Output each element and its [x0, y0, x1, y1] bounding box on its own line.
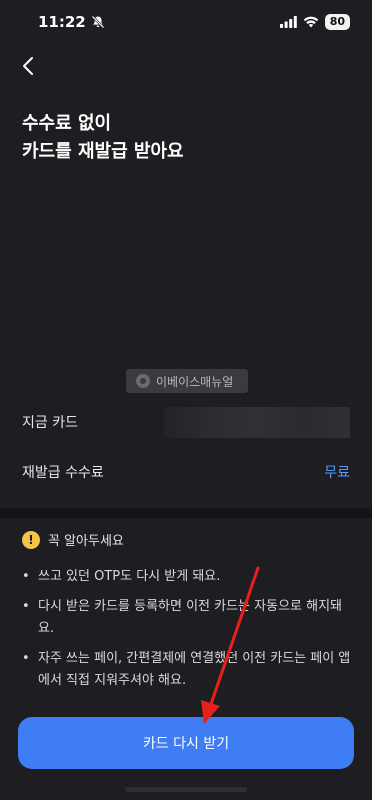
notice-heading-text: 꼭 알아두세요 [48, 534, 124, 549]
notice-heading: ! 꼭 알아두세요 [22, 530, 124, 549]
signal-icon [279, 16, 297, 28]
notice-list: • 쓰고 있던 OTP도 다시 받게 돼요. • 다시 받은 카드를 등록하면 … [22, 566, 354, 700]
reissue-fee-row: 재발급 수수료 무료 [22, 456, 350, 488]
bullet-dot: • [22, 569, 30, 584]
watermark-text: 이베이스매뉴얼 [156, 374, 234, 389]
notice-item: • 다시 받은 카드를 등록하면 이전 카드는 자동으로 해지돼요. [22, 596, 354, 640]
card-number-redacted [164, 406, 350, 438]
reissue-fee-label: 재발급 수수료 [22, 465, 104, 481]
notice-item-text: 자주 쓰는 페이, 간편결제에 연결했던 이전 카드는 페이 앱에서 직접 지워… [38, 651, 351, 688]
status-right: 80 [279, 14, 350, 30]
bell-muted-icon [91, 15, 105, 29]
page-title-line2: 카드를 재발급 받아요 [22, 141, 184, 162]
wifi-icon [303, 16, 318, 28]
bullet-dot: • [22, 599, 30, 614]
notice-item-text: 다시 받은 카드를 등록하면 이전 카드는 자동으로 해지돼요. [38, 599, 343, 636]
bullet-dot: • [22, 651, 30, 666]
status-bar: 11:22 80 [0, 0, 372, 44]
watermark-logo-icon [136, 374, 150, 388]
home-indicator [125, 787, 247, 792]
page-title: 수수료 없이 카드를 재발급 받아요 [22, 110, 184, 166]
battery-indicator: 80 [324, 14, 350, 30]
page-title-line1: 수수료 없이 [22, 113, 112, 134]
notice-item: • 쓰고 있던 OTP도 다시 받게 돼요. [22, 566, 354, 588]
section-divider [0, 508, 372, 518]
notice-item: • 자주 쓰는 페이, 간편결제에 연결했던 이전 카드는 페이 앱에서 직접 … [22, 648, 354, 692]
notice-item-text: 쓰고 있던 OTP도 다시 받게 돼요. [38, 569, 221, 584]
back-button[interactable] [14, 52, 42, 80]
current-card-label: 지금 카드 [22, 415, 78, 431]
chevron-left-icon [23, 57, 33, 75]
current-card-row: 지금 카드 [22, 406, 350, 438]
exclamation-icon: ! [22, 530, 40, 549]
status-time: 11:22 [38, 13, 86, 31]
reissue-card-button[interactable]: 카드 다시 받기 [18, 717, 354, 769]
watermark: 이베이스매뉴얼 [126, 369, 248, 393]
reissue-fee-value: 무료 [324, 465, 350, 481]
